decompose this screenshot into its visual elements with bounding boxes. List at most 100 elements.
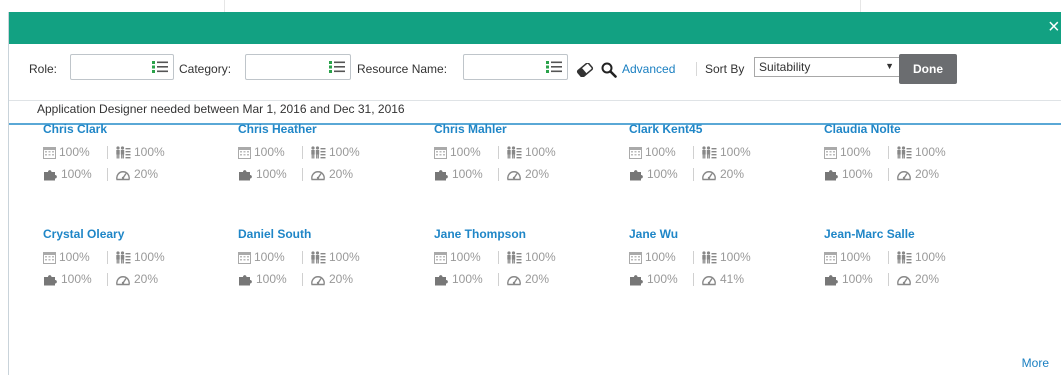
role-match-metric: 100% xyxy=(506,145,556,159)
metric-value: 20% xyxy=(134,272,159,286)
availability-metric: 100% xyxy=(434,250,481,264)
metric-divider xyxy=(107,146,108,159)
metric-divider xyxy=(888,168,889,181)
done-button[interactable]: Done xyxy=(899,54,957,84)
people-list-icon xyxy=(115,250,134,264)
skills-metric: 100% xyxy=(629,272,678,286)
strip-divider xyxy=(224,0,225,12)
gauge-icon xyxy=(506,272,525,286)
people-list-icon xyxy=(506,145,525,159)
metric-value: 20% xyxy=(329,167,354,181)
metric-value: 100% xyxy=(525,145,556,159)
role-match-metric: 100% xyxy=(115,145,165,159)
utilization-metric: 20% xyxy=(506,272,549,286)
metric-divider xyxy=(498,273,499,286)
metric-value: 100% xyxy=(645,145,676,159)
resource-name-input[interactable] xyxy=(463,54,568,80)
list-picker-icon[interactable] xyxy=(152,61,168,73)
resource-card: Chris Mahler 100% 100% 100% 20% xyxy=(434,122,624,202)
calendar-icon xyxy=(824,250,840,264)
metric-value: 100% xyxy=(525,250,556,264)
calendar-icon xyxy=(629,250,645,264)
calendar-icon xyxy=(238,145,254,159)
close-icon[interactable]: × xyxy=(1048,15,1061,39)
people-list-icon xyxy=(896,145,915,159)
puzzle-icon xyxy=(629,272,647,286)
utilization-metric: 20% xyxy=(896,272,939,286)
role-label: Role: xyxy=(29,62,58,76)
gauge-icon xyxy=(310,167,329,181)
metric-divider xyxy=(693,273,694,286)
availability-metric: 100% xyxy=(238,145,285,159)
metric-divider xyxy=(107,251,108,264)
category-input[interactable] xyxy=(245,54,351,80)
calendar-icon xyxy=(238,250,254,264)
resource-name-link[interactable]: Claudia Nolte xyxy=(824,122,901,136)
role-match-metric: 100% xyxy=(506,250,556,264)
availability-metric: 100% xyxy=(238,250,285,264)
resource-name-link[interactable]: Jean-Marc Salle xyxy=(824,227,915,241)
resource-name-link[interactable]: Chris Heather xyxy=(238,122,317,136)
people-list-icon xyxy=(896,250,915,264)
calendar-icon xyxy=(629,145,645,159)
role-match-metric: 100% xyxy=(896,145,946,159)
resource-name-link[interactable]: Crystal Oleary xyxy=(43,227,124,241)
skills-metric: 100% xyxy=(434,167,483,181)
gauge-icon xyxy=(115,272,134,286)
availability-metric: 100% xyxy=(434,145,481,159)
search-icon[interactable] xyxy=(601,62,617,78)
resource-card: Chris Heather 100% 100% 100% 20% xyxy=(238,122,428,202)
metric-divider xyxy=(498,251,499,264)
resource-name-link[interactable]: Clark Kent45 xyxy=(629,122,702,136)
resource-name-link[interactable]: Jane Thompson xyxy=(434,227,526,241)
metric-divider xyxy=(498,168,499,181)
resource-finder-dialog: × Role: Category: Resource Name: Advance… xyxy=(8,12,1061,375)
resource-name-link[interactable]: Daniel South xyxy=(238,227,311,241)
people-list-icon xyxy=(701,145,720,159)
calendar-icon xyxy=(43,250,59,264)
resource-card: Jane Wu 100% 100% 100% 41% xyxy=(629,227,819,307)
advanced-link[interactable]: Advanced xyxy=(622,62,675,76)
utilization-metric: 20% xyxy=(310,272,353,286)
metric-divider xyxy=(498,146,499,159)
list-picker-icon[interactable] xyxy=(546,61,562,73)
resource-card: Clark Kent45 100% 100% 100% 20% xyxy=(629,122,819,202)
resource-name-link[interactable]: Chris Clark xyxy=(43,122,107,136)
gauge-icon xyxy=(896,272,915,286)
puzzle-icon xyxy=(434,272,452,286)
list-picker-icon[interactable] xyxy=(329,61,345,73)
availability-metric: 100% xyxy=(43,250,90,264)
eraser-icon[interactable] xyxy=(576,63,594,77)
filter-bar: Role: Category: Resource Name: Advanced … xyxy=(9,44,1061,101)
puzzle-icon xyxy=(824,167,842,181)
role-match-metric: 100% xyxy=(115,250,165,264)
metric-value: 20% xyxy=(720,167,745,181)
utilization-metric: 20% xyxy=(701,167,744,181)
calendar-icon xyxy=(824,145,840,159)
metric-value: 100% xyxy=(134,250,165,264)
metric-value: 100% xyxy=(915,250,946,264)
puzzle-icon xyxy=(629,167,647,181)
availability-metric: 100% xyxy=(629,250,676,264)
metric-value: 100% xyxy=(840,145,871,159)
metric-value: 100% xyxy=(842,167,873,181)
availability-metric: 100% xyxy=(43,145,90,159)
metric-value: 20% xyxy=(915,167,940,181)
people-list-icon xyxy=(310,250,329,264)
metric-divider xyxy=(302,251,303,264)
metric-value: 20% xyxy=(134,167,159,181)
more-link[interactable]: More xyxy=(1022,356,1049,370)
resource-name-link[interactable]: Jane Wu xyxy=(629,227,678,241)
metric-divider xyxy=(693,251,694,264)
metric-value: 20% xyxy=(915,272,940,286)
metric-divider xyxy=(107,273,108,286)
calendar-icon xyxy=(43,145,59,159)
sort-by-select[interactable]: Suitability ▼ xyxy=(754,57,901,77)
availability-metric: 100% xyxy=(629,145,676,159)
role-match-metric: 100% xyxy=(310,145,360,159)
top-strip xyxy=(0,0,1061,12)
metric-value: 100% xyxy=(59,145,90,159)
resource-name-link[interactable]: Chris Mahler xyxy=(434,122,507,136)
metric-value: 100% xyxy=(842,272,873,286)
role-input[interactable] xyxy=(70,54,174,80)
